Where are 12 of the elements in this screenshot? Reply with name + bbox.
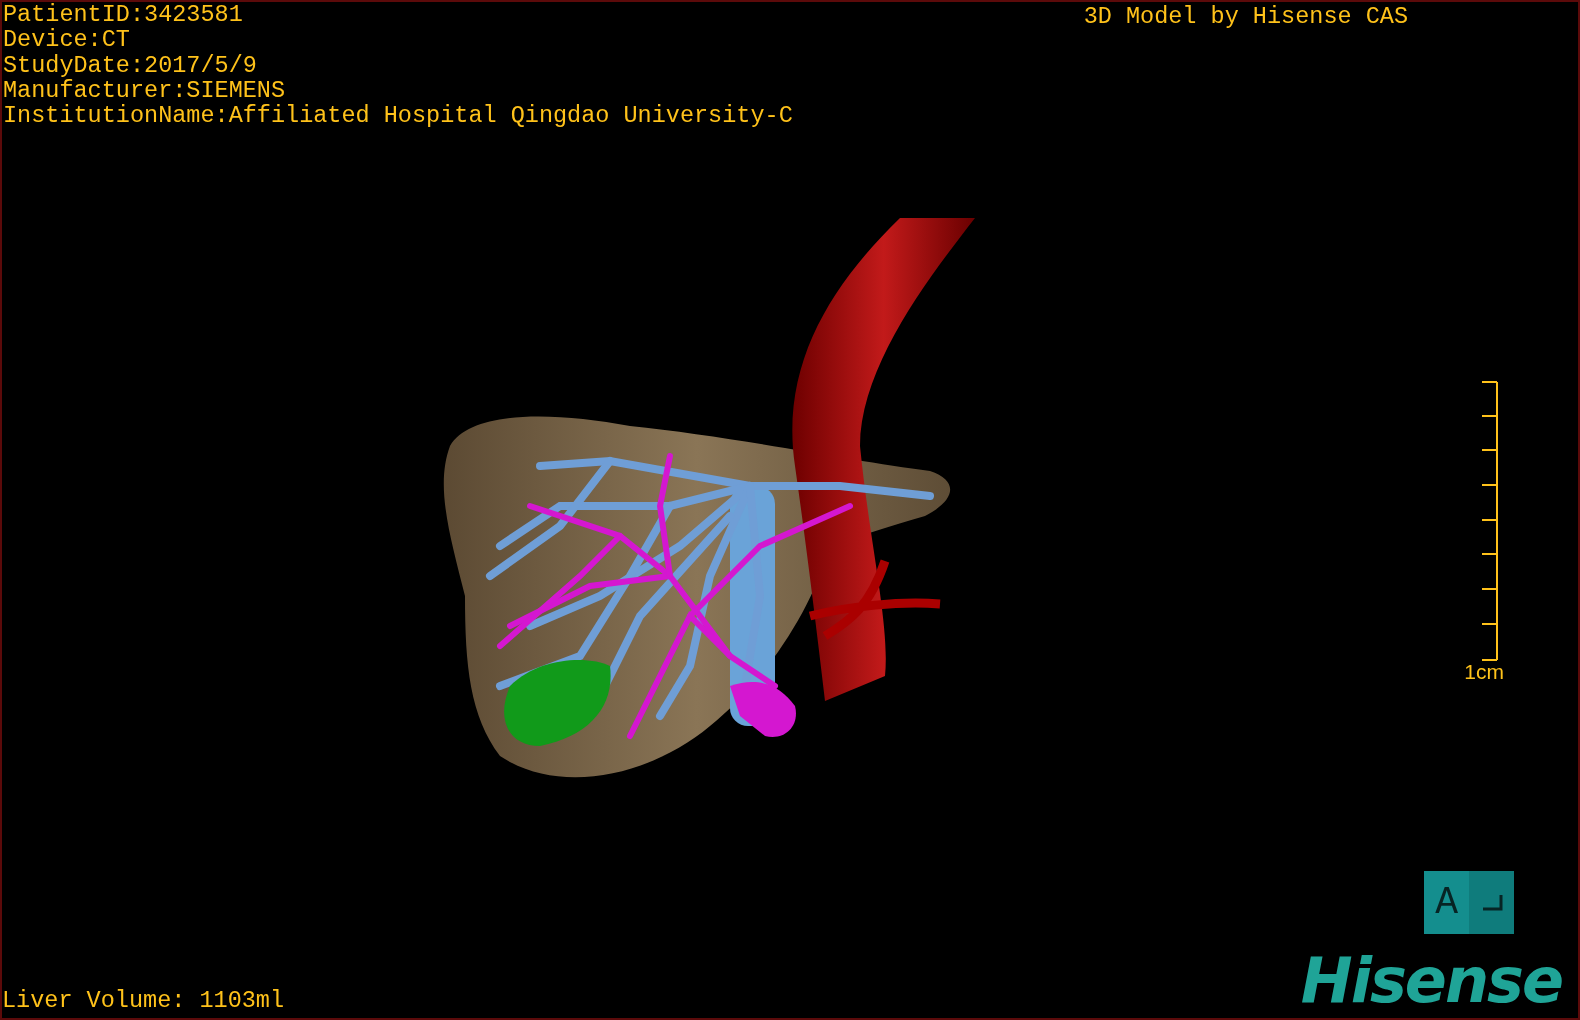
scale-label: 1cm [1464,661,1504,684]
scale-ruler-icon [1480,381,1500,662]
patient-info-text: StudyDate:2017/5/9 [3,52,258,78]
patient-info-text: Manufacturer:SIEMENS [3,77,287,104]
liver-volume-text: Liver Volume: 1103ml [2,988,285,1016]
patient-info-text: InstitutionName:Affiliated Hospital Qingdao University-C [3,103,793,129]
corner-mark-icon [1480,894,1503,911]
model-title: 3D Model by Hisense CAS [1083,2,1408,32]
orientation-cube[interactable]: A [1424,871,1514,934]
patient-info-text: PatientID:3423581 [3,2,244,28]
patient-info-text: Device:CT [3,27,131,53]
hisense-logo: Hisense [1300,948,1563,1014]
